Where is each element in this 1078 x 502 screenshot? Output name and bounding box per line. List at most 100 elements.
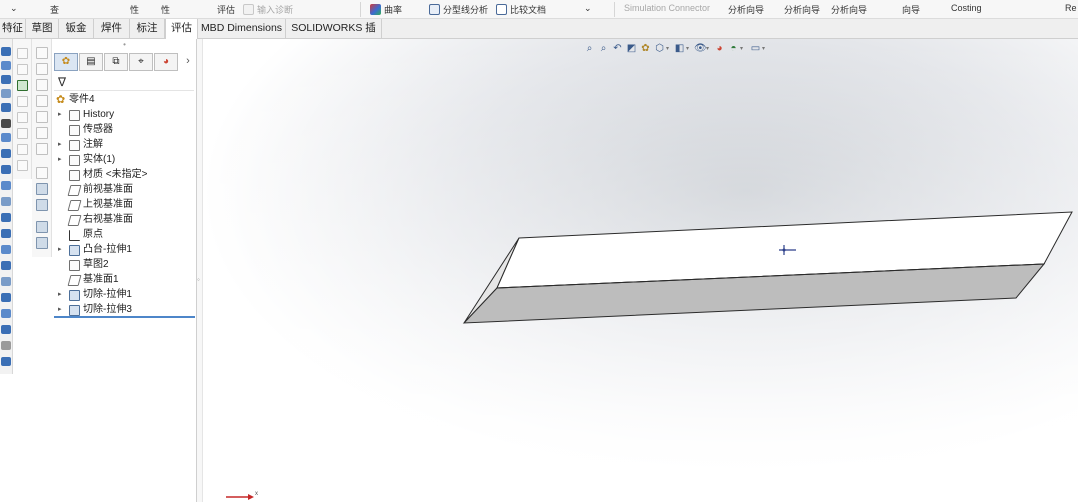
tool-icon[interactable] (1, 75, 11, 84)
ribbon-item-property-2[interactable]: 性 (161, 3, 170, 16)
tab-weldments[interactable]: 焊件 (94, 19, 130, 38)
tool-icon[interactable] (36, 95, 48, 107)
panel-grip[interactable]: • (52, 39, 197, 53)
tool-icon[interactable] (1, 103, 11, 112)
drag-handle[interactable]: ◦ (197, 275, 200, 284)
chevron-right-icon[interactable]: › (181, 53, 195, 71)
tab-sketch[interactable]: 草图 (26, 19, 59, 38)
tree-root[interactable]: ✿ 零件4 (52, 93, 197, 108)
tool-icon[interactable] (36, 79, 48, 91)
tree-node[interactable]: ▸ 切除-拉伸1 (52, 288, 197, 303)
tool-icon[interactable] (1, 197, 11, 206)
tool-icon[interactable] (1, 309, 11, 318)
tool-icon[interactable] (36, 199, 48, 211)
tool-icon[interactable] (1, 181, 11, 190)
tool-icon[interactable] (1, 277, 11, 286)
tool-icon[interactable] (1, 293, 11, 302)
tool-icon[interactable] (17, 144, 28, 155)
chevron-down-icon[interactable]: ▾ (666, 45, 669, 52)
tree-node[interactable]: 原点 (52, 228, 197, 243)
tool-icon[interactable] (36, 111, 48, 123)
display-style-icon[interactable]: ◧ (674, 43, 685, 54)
tool-icon[interactable] (1, 229, 11, 238)
ribbon-item-analysis-wizard-3[interactable]: 分析向导 (831, 3, 867, 16)
ribbon-item-dropdown[interactable]: ⌄ (584, 3, 592, 14)
tree-node[interactable]: ▸ 凸台-拉伸1 (52, 243, 197, 258)
tree-node[interactable]: 右视基准面 (52, 213, 197, 228)
graphics-area[interactable]: ⌕ ⌕ ↶ ◩ ✿ ⬡ ▾ ◧ ▾ 👁 ▾ ◕ ◓ ▾ ▭ ▾ x (204, 39, 1078, 502)
tool-icon[interactable] (1, 325, 11, 334)
tool-icon[interactable] (17, 64, 28, 75)
tool-icon[interactable] (17, 80, 28, 91)
ribbon-item-evaluate[interactable]: 评估 (217, 3, 235, 16)
tree-node[interactable]: 前视基准面 (52, 183, 197, 198)
tool-icon[interactable] (1, 245, 11, 254)
tool-icon[interactable] (36, 127, 48, 139)
tool-icon[interactable] (17, 112, 28, 123)
zoom-to-fit-icon[interactable]: ⌕ (584, 43, 595, 54)
tool-icon[interactable] (17, 128, 28, 139)
tab-mbd-dimensions[interactable]: MBD Dimensions (198, 19, 286, 38)
tree-node[interactable]: 材质 <未指定> (52, 168, 197, 183)
tool-icon[interactable] (36, 183, 48, 195)
expand-arrow-icon[interactable]: ▸ (58, 153, 62, 167)
expand-arrow-icon[interactable]: ▸ (58, 108, 62, 122)
section-view-icon[interactable]: ◩ (626, 43, 637, 54)
tree-node[interactable]: ▸ 注解 (52, 138, 197, 153)
ribbon-item[interactable]: ⌄ (10, 3, 18, 14)
ribbon-item-check[interactable]: 查 (50, 3, 59, 16)
tab-evaluate[interactable]: 评估 (165, 19, 198, 39)
edit-appearance-icon[interactable]: ◕ (714, 43, 725, 54)
property-manager-tab[interactable]: ▤ (79, 53, 103, 71)
tab-sheet-metal[interactable]: 钣金 (59, 19, 94, 38)
view-settings-icon[interactable]: ▭ (750, 43, 761, 54)
previous-view-icon[interactable]: ↶ (612, 43, 623, 54)
tool-icon[interactable] (36, 167, 48, 179)
tool-icon[interactable] (36, 221, 48, 233)
tool-icon[interactable] (1, 261, 11, 270)
chevron-down-icon[interactable]: ▾ (762, 45, 765, 52)
tool-icon[interactable] (1, 341, 11, 350)
hide-show-items-icon[interactable]: 👁 (694, 43, 707, 54)
ribbon-item-simulation-connector[interactable]: Simulation Connector (624, 3, 710, 13)
tool-icon[interactable] (36, 63, 48, 75)
expand-arrow-icon[interactable]: ▸ (58, 303, 62, 317)
tree-node[interactable]: ▸ 实体(1) (52, 153, 197, 168)
tool-icon[interactable] (1, 165, 11, 174)
ribbon-item-property-1[interactable]: 性 (130, 3, 139, 16)
apply-scene-icon[interactable]: ◓ (728, 43, 739, 54)
tool-icon[interactable] (1, 119, 11, 128)
view-orientation-icon[interactable]: ⬡ (654, 43, 665, 54)
tool-icon[interactable] (1, 213, 11, 222)
ribbon-item-wizard[interactable]: 向导 (902, 3, 920, 16)
chevron-down-icon[interactable]: ▾ (686, 45, 689, 52)
tree-node[interactable]: 基准面1 (52, 273, 197, 288)
tool-icon[interactable] (17, 96, 28, 107)
tool-icon[interactable] (1, 133, 11, 142)
feature-manager-tab[interactable]: ✿ (54, 53, 78, 71)
tool-icon[interactable] (36, 143, 48, 155)
ribbon-item-analysis-wizard-2[interactable]: 分析向导 (784, 3, 820, 16)
expand-arrow-icon[interactable]: ▸ (58, 138, 62, 152)
ribbon-item-import-diagnostics[interactable]: 输入诊断 (243, 3, 293, 16)
display-manager-tab[interactable]: ◕ (154, 53, 178, 71)
tab-annotate[interactable]: 标注 (130, 19, 165, 38)
tab-features[interactable]: 特征 (0, 19, 26, 38)
tree-node[interactable]: 传感器 (52, 123, 197, 138)
tool-icon[interactable] (1, 357, 11, 366)
rollback-bar[interactable] (54, 316, 195, 318)
ribbon-item-analysis-wizard-1[interactable]: 分析向导 (728, 3, 764, 16)
ribbon-item-parting-line-analysis[interactable]: 分型线分析 (429, 3, 488, 16)
configuration-manager-tab[interactable]: ⧉ (104, 53, 128, 71)
dynamic-annotation-icon[interactable]: ✿ (640, 43, 651, 54)
tool-icon[interactable] (1, 149, 11, 158)
dimxpert-tab[interactable]: ⌖ (129, 53, 153, 71)
tool-icon[interactable] (17, 48, 28, 59)
chevron-down-icon[interactable]: ▾ (740, 45, 743, 52)
tool-icon[interactable] (36, 237, 48, 249)
zoom-to-area-icon[interactable]: ⌕ (598, 43, 609, 54)
tool-icon[interactable] (1, 89, 11, 98)
tree-node[interactable]: 草图2 (52, 258, 197, 273)
expand-arrow-icon[interactable]: ▸ (58, 243, 62, 257)
tool-icon[interactable] (17, 160, 28, 171)
